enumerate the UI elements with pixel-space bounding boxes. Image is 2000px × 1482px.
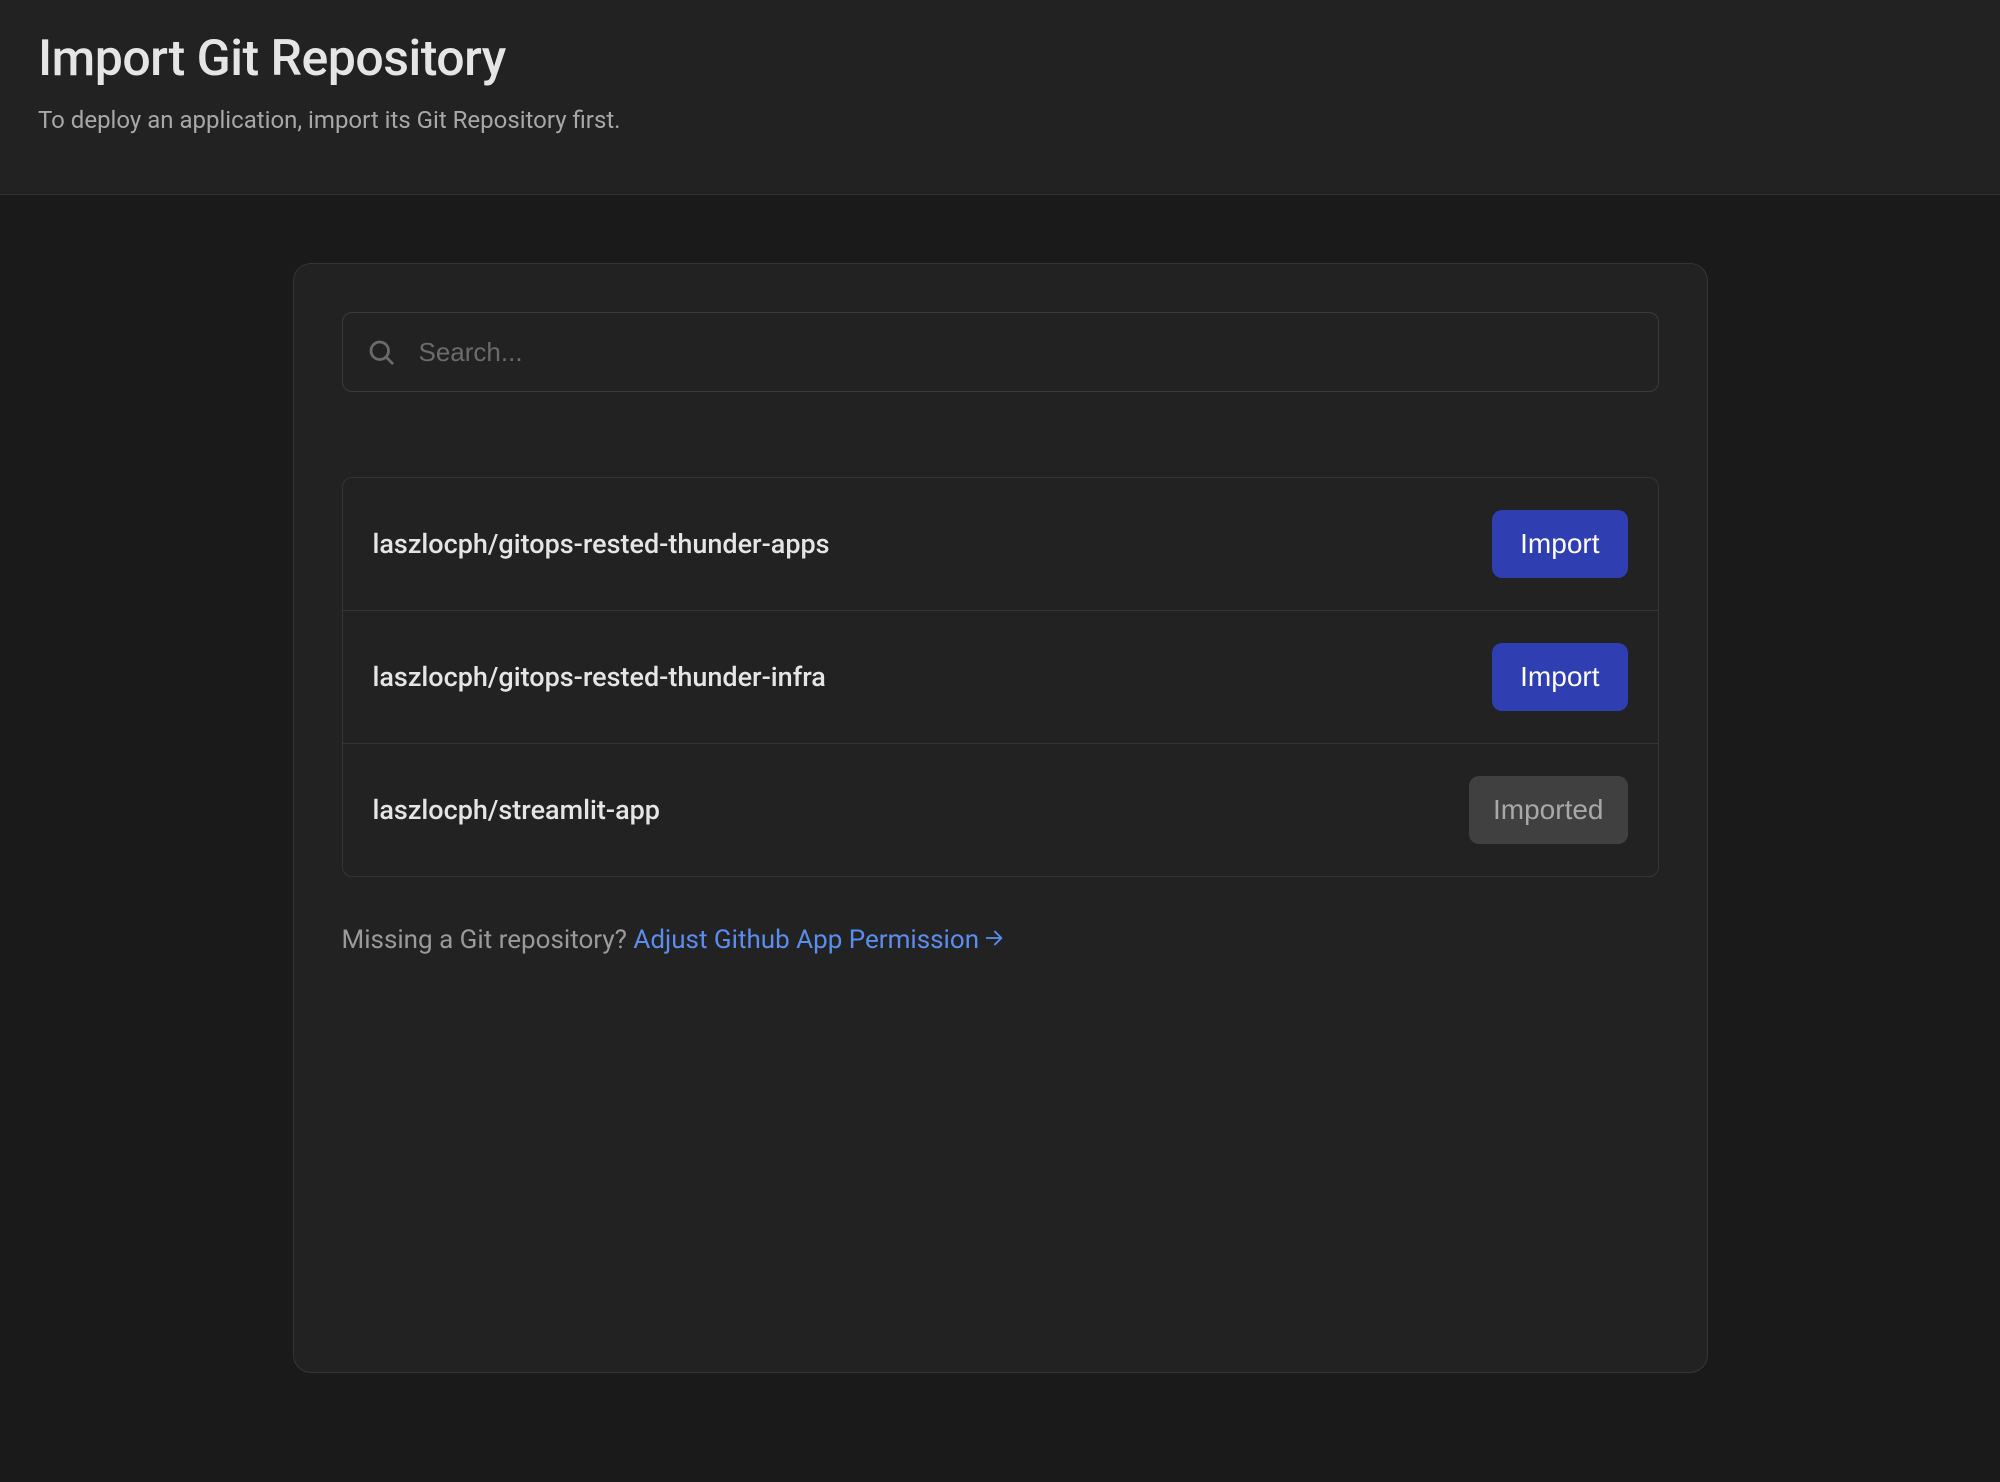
import-panel: laszlocph/gitops-rested-thunder-apps Imp… [293, 263, 1708, 1373]
footer-link-text: Adjust Github App Permission [633, 925, 979, 955]
repo-name: laszlocph/gitops-rested-thunder-apps [373, 528, 830, 560]
footer-text: Missing a Git repository? Adjust Github … [342, 925, 1659, 956]
search-input[interactable] [342, 312, 1659, 392]
import-button[interactable]: Import [1492, 643, 1627, 711]
import-button[interactable]: Import [1492, 510, 1627, 578]
search-container [342, 312, 1659, 392]
repo-row: laszlocph/gitops-rested-thunder-apps Imp… [343, 478, 1658, 611]
repo-row: laszlocph/streamlit-app Imported [343, 744, 1658, 876]
page-title: Import Git Repository [38, 30, 1962, 88]
repo-name: laszlocph/streamlit-app [373, 794, 660, 826]
footer-prompt: Missing a Git repository? [342, 925, 634, 955]
repo-row: laszlocph/gitops-rested-thunder-infra Im… [343, 611, 1658, 744]
repo-name: laszlocph/gitops-rested-thunder-infra [373, 661, 826, 693]
repo-list: laszlocph/gitops-rested-thunder-apps Imp… [342, 477, 1659, 877]
arrow-right-icon [983, 926, 1005, 956]
page-subtitle: To deploy an application, import its Git… [38, 106, 1962, 134]
search-icon [366, 337, 396, 367]
imported-button: Imported [1469, 776, 1628, 844]
adjust-permission-link[interactable]: Adjust Github App Permission [633, 925, 1005, 955]
page-header: Import Git Repository To deploy an appli… [0, 0, 2000, 195]
main-content: laszlocph/gitops-rested-thunder-apps Imp… [0, 195, 2000, 1373]
